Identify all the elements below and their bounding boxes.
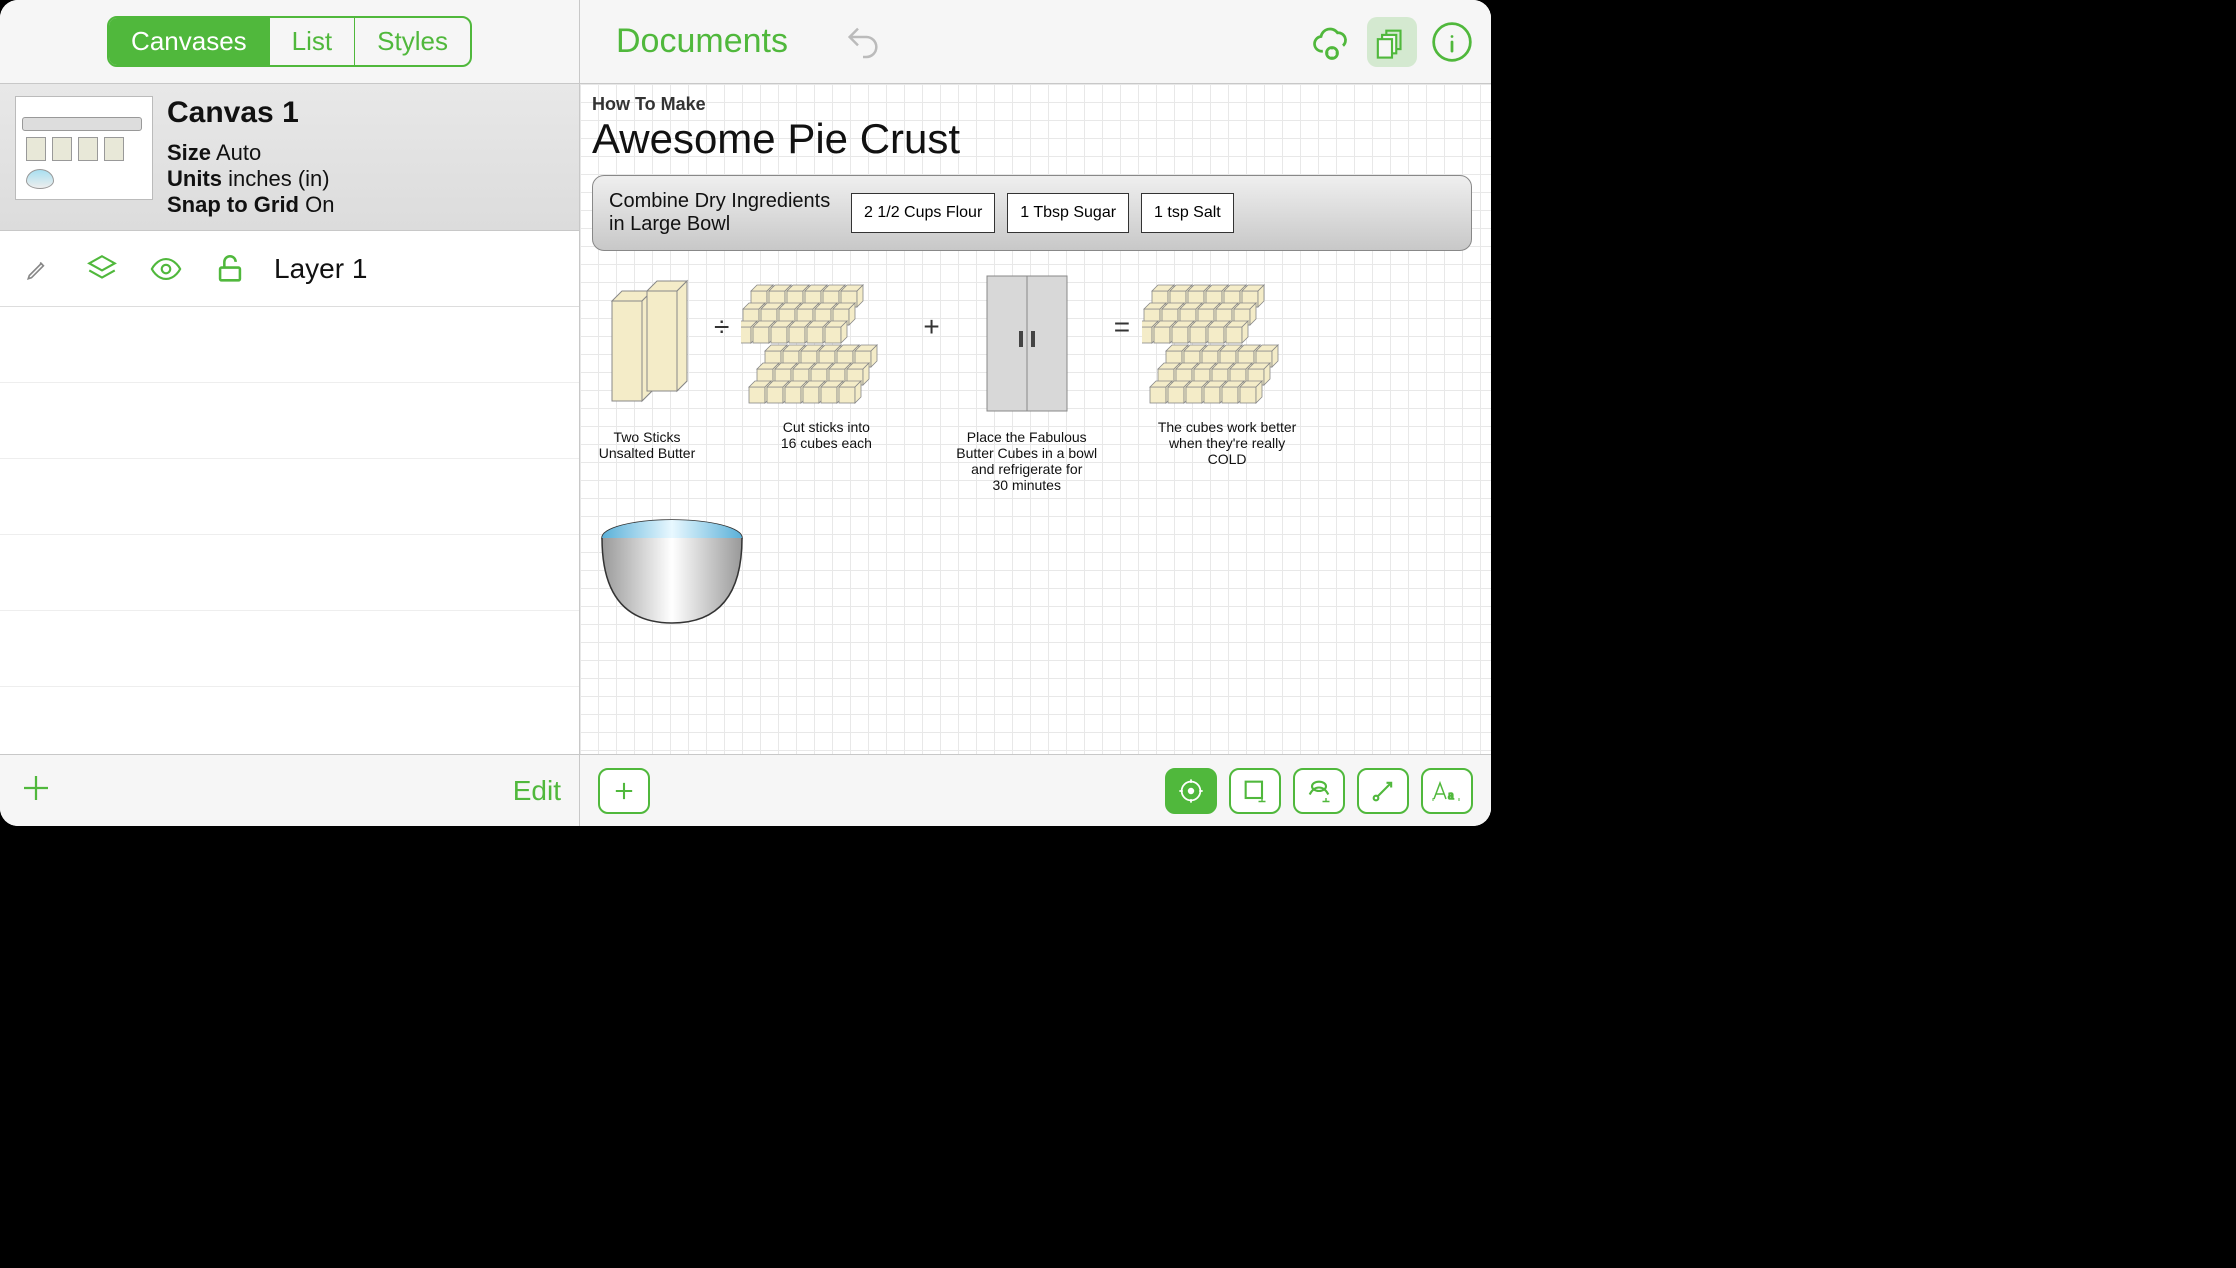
diagram-bowl[interactable] [592, 513, 1472, 638]
diagram-cold-cubes[interactable]: The cubes work better when they're reall… [1142, 271, 1312, 467]
list-item [0, 383, 579, 459]
layers-list: Layer 1 [0, 231, 579, 754]
list-item [0, 611, 579, 687]
ingredient-box[interactable]: 2 1/2 Cups Flour [851, 193, 995, 233]
layers-icon[interactable] [82, 249, 122, 289]
canvas-title: Canvas 1 [167, 96, 334, 130]
cloud-sync-icon[interactable] [1307, 17, 1357, 67]
caption: Two Sticks Unsalted Butter [599, 429, 696, 461]
tab-canvases[interactable]: Canvases [109, 18, 270, 65]
ingredient-box[interactable]: 1 Tbsp Sugar [1007, 193, 1129, 233]
diagram-cubes[interactable]: Cut sticks into 16 cubes each [741, 271, 911, 451]
view-segmented-control: Canvases List Styles [107, 16, 472, 67]
freehand-tool[interactable] [1293, 768, 1345, 814]
documents-button[interactable]: Documents [616, 22, 788, 61]
caption: Cut sticks into 16 cubes each [781, 419, 872, 451]
list-item [0, 307, 579, 383]
layer-name: Layer 1 [274, 253, 367, 285]
undo-button[interactable] [838, 17, 888, 67]
info-icon[interactable] [1427, 17, 1477, 67]
add-button[interactable] [18, 770, 54, 811]
line-tool[interactable] [1357, 768, 1409, 814]
list-item [0, 535, 579, 611]
right-bottom-toolbar: a [580, 754, 1491, 826]
step-box[interactable]: Combine Dry Ingredients in Large Bowl 2 … [592, 175, 1472, 251]
canvas-info: Canvas 1 Size Auto Units inches (in) Sna… [167, 96, 334, 218]
tab-styles[interactable]: Styles [355, 18, 470, 65]
canvas-list-item[interactable]: Canvas 1 Size Auto Units inches (in) Sna… [0, 84, 579, 231]
pencil-icon[interactable] [18, 249, 58, 289]
canvases-icon[interactable] [1367, 17, 1417, 67]
step-text: Combine Dry Ingredients in Large Bowl [609, 190, 839, 236]
caption: The cubes work better when they're reall… [1152, 419, 1302, 467]
text-tool[interactable]: a [1421, 768, 1473, 814]
add-shape-button[interactable] [598, 768, 650, 814]
tab-list[interactable]: List [270, 18, 355, 65]
right-toolbar: Documents [580, 0, 1491, 84]
diagram-fridge[interactable]: Place the Fabulous Butter Cubes in a bow… [952, 271, 1102, 493]
rectangle-tool[interactable] [1229, 768, 1281, 814]
ingredient-box[interactable]: 1 tsp Salt [1141, 193, 1234, 233]
canvas-area[interactable]: How To Make Awesome Pie Crust Combine Dr… [580, 84, 1491, 754]
svg-text:a: a [1448, 787, 1454, 802]
doc-subtitle: How To Make [592, 94, 1472, 115]
layer-row[interactable]: Layer 1 [0, 231, 579, 307]
selection-tool[interactable] [1165, 768, 1217, 814]
equals-operator: = [1114, 311, 1130, 343]
list-item [0, 459, 579, 535]
left-bottom-toolbar: Edit [0, 754, 579, 826]
plus-operator: + [923, 311, 939, 343]
left-toolbar: Canvases List Styles [0, 0, 579, 84]
caption: Place the Fabulous Butter Cubes in a bow… [952, 429, 1102, 493]
diagram-butter[interactable]: Two Sticks Unsalted Butter [592, 271, 702, 461]
diagram: Two Sticks Unsalted Butter ÷ [592, 271, 1472, 493]
edit-button[interactable]: Edit [513, 775, 561, 807]
document-content: How To Make Awesome Pie Crust Combine Dr… [592, 94, 1472, 638]
doc-title: Awesome Pie Crust [592, 115, 1472, 163]
eye-icon[interactable] [146, 249, 186, 289]
canvas-thumbnail [15, 96, 153, 200]
divide-operator: ÷ [714, 311, 729, 343]
unlock-icon[interactable] [210, 249, 250, 289]
